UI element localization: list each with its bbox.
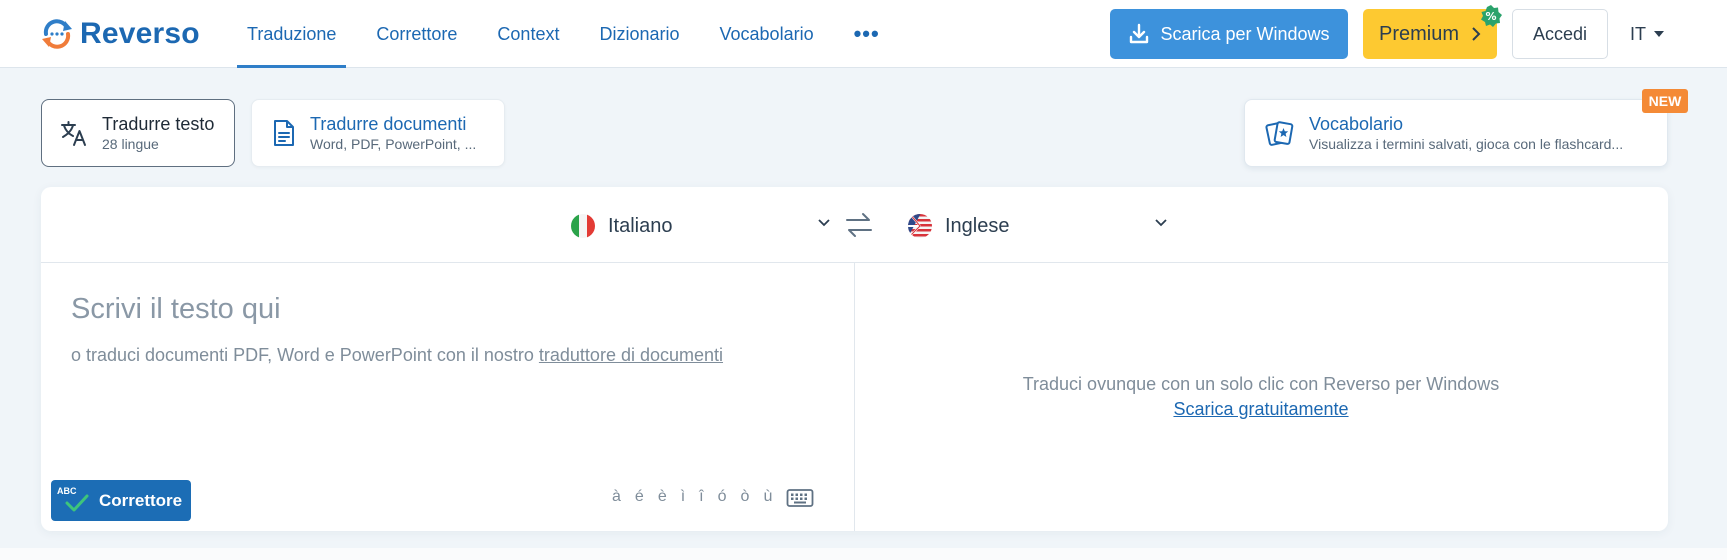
download-windows-label: Scarica per Windows: [1160, 23, 1330, 44]
top-header: Reverso Traduzione Correttore Context Di…: [0, 0, 1727, 68]
swap-languages-icon[interactable]: [841, 209, 877, 241]
vocabulary-title: Vocabolario: [1309, 114, 1404, 134]
language-bar: Italiano Inglese: [41, 187, 1668, 263]
nav-vocabolario[interactable]: Vocabolario: [710, 0, 824, 68]
accent-char[interactable]: è: [655, 488, 670, 512]
nav-context[interactable]: Context: [487, 0, 569, 68]
accent-char[interactable]: ó: [715, 488, 730, 512]
source-language-select[interactable]: Italiano: [570, 209, 832, 243]
accent-char[interactable]: ò: [738, 488, 753, 512]
uk-us-flag-icon: [908, 214, 932, 238]
premium-button[interactable]: Premium: [1363, 9, 1497, 59]
discount-badge-text: %: [1485, 10, 1496, 23]
documents-hint: o traduci documenti PDF, Word e PowerPoi…: [71, 345, 723, 366]
source-text-input[interactable]: Scrivi il testo qui: [71, 293, 281, 326]
documents-hint-text: o traduci documenti PDF, Word e PowerPoi…: [71, 345, 534, 365]
translate-documents-title: Tradurre documenti: [310, 114, 467, 134]
reverso-logo-icon: [42, 19, 72, 49]
document-icon: [274, 120, 294, 146]
accent-char[interactable]: é: [632, 488, 647, 512]
chevron-down-icon: [818, 219, 830, 227]
ui-language-select[interactable]: IT: [1630, 9, 1664, 59]
reverso-logo[interactable]: Reverso: [40, 14, 200, 54]
accent-char[interactable]: î: [696, 488, 706, 512]
premium-label: Premium: [1379, 22, 1460, 45]
translate-text-card[interactable]: Tradurre testo 28 lingue: [41, 99, 235, 167]
more-menu-icon[interactable]: •••: [844, 0, 890, 68]
chevron-down-icon: [1155, 219, 1167, 227]
flashcards-icon: [1265, 121, 1294, 146]
logo-text: Reverso: [80, 17, 200, 50]
check-icon: [65, 494, 89, 512]
accent-char[interactable]: à: [609, 488, 624, 512]
keyboard-icon[interactable]: [786, 487, 814, 509]
accent-characters: à é è ì î ó ò ù: [609, 488, 775, 512]
new-badge: NEW: [1642, 89, 1688, 113]
translate-text-subtitle: 28 lingue: [102, 136, 159, 152]
document-translator-link[interactable]: traduttore di documenti: [539, 345, 723, 365]
download-windows-button[interactable]: Scarica per Windows: [1110, 9, 1348, 59]
nav-correttore[interactable]: Correttore: [366, 0, 467, 68]
ui-language-label: IT: [1630, 23, 1646, 44]
discount-badge-icon: %: [1481, 5, 1502, 27]
translate-text-title: Tradurre testo: [102, 114, 215, 134]
page-bottom: [0, 548, 1727, 560]
translate-documents-card[interactable]: Tradurre documenti Word, PDF, PowerPoint…: [251, 99, 505, 167]
target-language-select[interactable]: Inglese: [907, 209, 1169, 243]
translate-documents-subtitle: Word, PDF, PowerPoint, ...: [310, 136, 477, 152]
windows-promo: Traduci ovunque con un solo clic con Rev…: [854, 372, 1668, 422]
corrector-label: Correttore: [99, 490, 183, 510]
target-language-name: Inglese: [945, 214, 1010, 237]
italy-flag-icon: [571, 214, 595, 238]
source-language-name: Italiano: [608, 214, 673, 237]
caret-down-icon: [1654, 31, 1664, 37]
accent-char[interactable]: ù: [760, 488, 775, 512]
download-icon: [1130, 23, 1149, 44]
nav-dizionario[interactable]: Dizionario: [589, 0, 689, 68]
download-free-link[interactable]: Scarica gratuitamente: [1173, 399, 1348, 419]
login-button[interactable]: Accedi: [1512, 9, 1608, 59]
main-nav: Traduzione Correttore Context Dizionario…: [237, 0, 910, 68]
corrector-button[interactable]: ABC Correttore: [51, 480, 191, 521]
vocabulary-subtitle: Visualizza i termini salvati, gioca con …: [1309, 136, 1624, 152]
vocabulary-card[interactable]: Vocabolario Visualizza i termini salvati…: [1244, 99, 1668, 167]
translate-icon: [61, 121, 86, 146]
nav-traduzione[interactable]: Traduzione: [237, 0, 347, 68]
translator-panel: Italiano Inglese Scrivi il testo qui o t…: [41, 187, 1668, 531]
accent-char[interactable]: ì: [678, 488, 688, 512]
windows-promo-text: Traduci ovunque con un solo clic con Rev…: [1022, 374, 1500, 394]
